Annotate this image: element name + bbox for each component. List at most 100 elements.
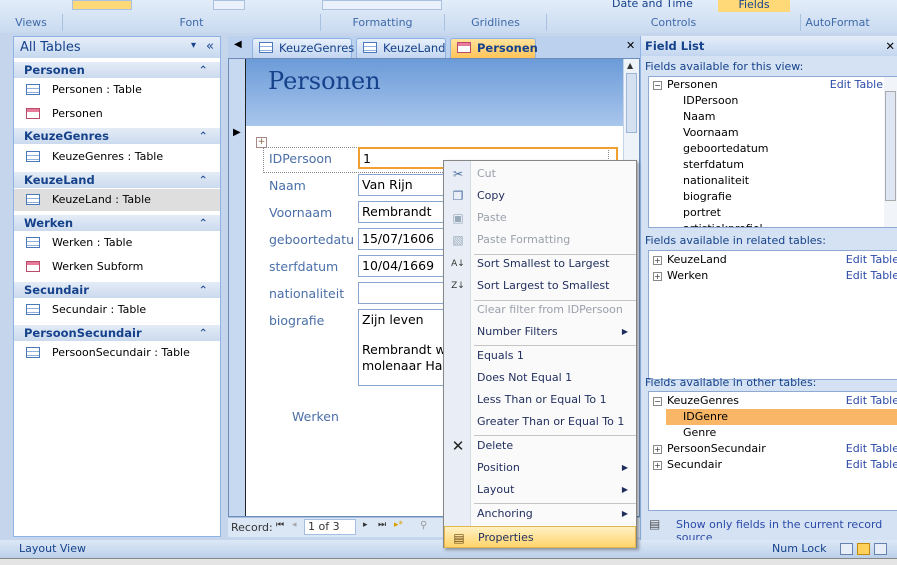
fields-button[interactable]: Fields [718,0,790,12]
menu-item-copy[interactable]: ❐ Copy [444,185,636,207]
date-time-button[interactable]: Date and Time [612,0,693,10]
close-tab-icon[interactable]: ✕ [626,39,635,52]
menu-item-less-equal[interactable]: Less Than or Equal To 1 [444,389,636,411]
edit-table-link[interactable]: Edit Table [830,77,883,93]
table-row[interactable]: − Personen Edit Table [649,77,897,93]
menu-item-greater-equal[interactable]: Greater Than or Equal To 1 [444,411,636,433]
field-item[interactable]: Voornaam [649,125,897,141]
edit-table-link[interactable]: Edit Table [846,252,897,268]
taskbar-edge [0,558,897,565]
field-item[interactable]: nationaliteit [649,173,897,189]
expand-icon[interactable]: + [653,272,662,281]
prev-record-icon[interactable]: ◂ [292,520,297,530]
nav-item[interactable]: KeuzeGenres : Table [14,146,220,168]
table-row[interactable]: − KeuzeGenres Edit Table [649,393,897,409]
edit-table-link[interactable]: Edit Table [846,393,897,409]
collapse-icon[interactable]: ⌃ [198,128,208,144]
record-number-input[interactable]: 1 of 3 [304,519,356,535]
nav-group-persoonsecundair[interactable]: PersoonSecundair ⌃ [14,325,220,341]
field-list-scrollbar[interactable] [884,77,897,227]
nav-item[interactable]: Secundair : Table [14,299,220,321]
field-label: Naam [269,178,306,193]
nav-item[interactable]: Personen [14,103,220,125]
nav-item[interactable]: KeuzeLand : Table [14,189,220,211]
menu-item-delete[interactable]: ✕ Delete [444,435,636,457]
field-item[interactable]: portret [649,205,897,221]
expand-icon[interactable]: + [653,256,662,265]
field-name: biografie [683,190,732,203]
tab-keuzeland[interactable]: KeuzeLand [356,38,446,58]
tab-personen[interactable]: Personen [450,38,538,58]
collapse-icon[interactable]: ⌃ [198,215,208,231]
dropdown-icon[interactable]: ▾ [191,40,196,51]
format-button[interactable] [213,0,245,10]
menu-item-not-equal[interactable]: Does Not Equal 1 [444,367,636,389]
close-icon[interactable]: ✕ [885,39,895,53]
nav-group-secundair[interactable]: Secundair ⌃ [14,282,220,298]
menu-item-paste-formatting[interactable]: ▧ Paste Formatting [444,229,636,251]
collapse-icon[interactable]: ⌃ [198,62,208,78]
edit-table-link[interactable]: Edit Table [846,457,897,473]
formatting-buttons[interactable] [322,0,442,10]
collapse-icon[interactable]: ⌃ [198,172,208,188]
field-item[interactable]: biografie [649,189,897,205]
last-record-icon[interactable]: ⏭ [378,520,386,530]
menu-item-cut[interactable]: ✂ Cut [444,163,636,185]
menu-item-paste[interactable]: ▣ Paste [444,207,636,229]
nav-item-label: Werken : Table [52,236,133,249]
expand-icon[interactable]: + [653,461,662,470]
nav-group-keuzeland[interactable]: KeuzeLand ⌃ [14,172,220,188]
nav-item[interactable]: Werken Subform [14,256,220,278]
record-selector[interactable]: ▶ [229,59,246,516]
nav-group-werken[interactable]: Werken ⌃ [14,215,220,231]
collapse-icon[interactable]: ⌃ [198,282,208,298]
table-row[interactable]: + Werken Edit Table [649,268,897,284]
field-item[interactable]: IDPersoon [649,93,897,109]
table-row[interactable]: + KeuzeLand Edit Table [649,252,897,268]
field-item[interactable]: artistiekprofiel [649,221,897,227]
nav-item[interactable]: Werken : Table [14,232,220,254]
collapse-icon[interactable]: − [653,397,662,406]
design-view-icon[interactable] [874,543,887,555]
nav-group-personen[interactable]: Personen ⌃ [14,62,220,78]
field-item[interactable]: geboortedatum [649,141,897,157]
nav-group-keuzegenres[interactable]: KeuzeGenres ⌃ [14,128,220,144]
menu-item-layout[interactable]: Layout ▶ [444,479,636,501]
nav-item-label: Personen [52,107,103,120]
form-icon [26,108,40,119]
field-item-selected[interactable]: IDGenre [666,409,897,425]
nav-item[interactable]: Personen : Table [14,79,220,101]
menu-item-properties[interactable]: ▤ Properties [444,526,636,548]
menu-item-number-filters[interactable]: Number Filters ▶ [444,321,636,343]
form-view-icon[interactable] [840,543,853,555]
menu-label: Paste [477,211,507,224]
copy-icon: ❐ [452,189,464,203]
first-record-icon[interactable]: ⏮ [276,520,284,530]
scroll-left-icon[interactable]: ◀ [234,39,242,50]
edit-table-link[interactable]: Edit Table [846,268,897,284]
table-row[interactable]: + PersoonSecundair Edit Table [649,441,897,457]
menu-item-clear-filter[interactable]: Clear filter from IDPersoon [444,299,636,321]
menu-item-anchoring[interactable]: Anchoring ▶ [444,503,636,525]
collapse-icon[interactable]: ⌃ [198,325,208,341]
collapse-pane-icon[interactable]: « [206,39,214,54]
menu-item-position[interactable]: Position ▶ [444,457,636,479]
tab-keuzegenres[interactable]: KeuzeGenres [252,38,354,58]
collapse-icon[interactable]: − [653,81,662,90]
edit-table-link[interactable]: Edit Table [846,441,897,457]
field-item[interactable]: sterfdatum [649,157,897,173]
next-record-icon[interactable]: ▸ [363,520,368,530]
menu-item-sort-desc[interactable]: Z↓ Sort Largest to Smallest [444,275,636,297]
new-record-icon[interactable]: ▸* [394,520,403,530]
expand-icon[interactable]: + [653,445,662,454]
field-item[interactable]: Naam [649,109,897,125]
menu-item-sort-asc[interactable]: A↓ Sort Smallest to Largest [444,253,636,275]
menu-item-equals[interactable]: Equals 1 [444,345,636,367]
layout-view-icon[interactable] [857,543,870,555]
nav-item[interactable]: PersoonSecundair : Table [14,342,220,364]
field-item[interactable]: Genre [649,425,897,441]
nav-header[interactable]: All Tables ▾ « [14,37,220,58]
table-row[interactable]: + Secundair Edit Table [649,457,897,473]
filter-icon[interactable]: ⚲ [420,520,427,531]
align-buttons[interactable] [72,0,132,10]
